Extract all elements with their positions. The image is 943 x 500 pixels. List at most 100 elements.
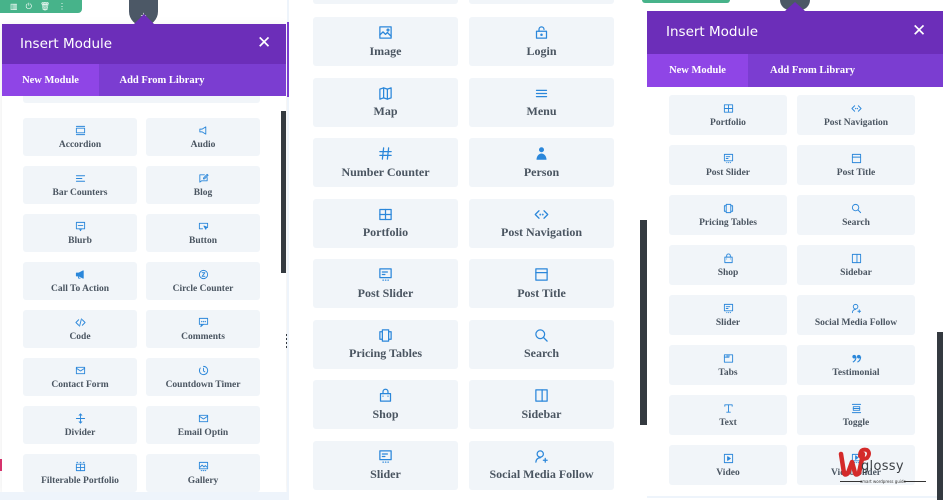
- row-toolbar: ▥ ⏻ 🗑 ⋮: [0, 0, 82, 13]
- trash-icon[interactable]: 🗑: [40, 2, 50, 11]
- blurb-icon: [75, 221, 86, 233]
- bar-counters-icon: [75, 173, 86, 185]
- module-social-media-follow[interactable]: Social Media Follow: [797, 295, 915, 335]
- module-contact-form[interactable]: Contact Form: [23, 358, 137, 396]
- module-person[interactable]: Person: [469, 138, 614, 187]
- module-partial[interactable]: [313, 0, 458, 4]
- module-video[interactable]: Video: [669, 445, 787, 485]
- module-email-optin[interactable]: Email Optin: [146, 406, 260, 444]
- module-button[interactable]: Button: [146, 214, 260, 252]
- module-menu[interactable]: Menu: [469, 77, 614, 127]
- module-post-slider[interactable]: Post Slider: [313, 259, 458, 308]
- slider-icon: [378, 448, 393, 464]
- contact-form-icon: [75, 365, 86, 377]
- module-blog[interactable]: Blog: [146, 166, 260, 204]
- module-pricing-tables[interactable]: Pricing Tables: [669, 195, 787, 235]
- module-sidebar[interactable]: Sidebar: [469, 380, 614, 429]
- module-login[interactable]: Login: [469, 17, 614, 66]
- post-title-icon: [534, 267, 549, 283]
- module-bar-counters[interactable]: Bar Counters: [23, 166, 137, 204]
- module-portfolio[interactable]: Portfolio: [669, 95, 787, 135]
- module-post-navigation[interactable]: Post Navigation: [797, 95, 915, 135]
- columns-icon[interactable]: ▥: [10, 2, 18, 11]
- scrollbar[interactable]: [937, 332, 943, 500]
- module-pricing-tables[interactable]: Pricing Tables: [313, 319, 458, 369]
- module-slider[interactable]: Slider: [669, 295, 787, 335]
- module-text[interactable]: Text: [669, 395, 787, 435]
- module-circle-counter[interactable]: Circle Counter: [146, 262, 260, 300]
- map-icon: [378, 85, 393, 101]
- module-code[interactable]: Code: [23, 310, 137, 348]
- modal-title: Insert Module: [20, 36, 113, 52]
- menu-icon: [534, 85, 549, 101]
- tab-add-from-library[interactable]: Add From Library: [748, 54, 877, 87]
- text-icon: [723, 403, 734, 415]
- module-video-slider[interactable]: Video Slider: [797, 445, 915, 485]
- module-search[interactable]: Search: [469, 319, 614, 369]
- module-shop[interactable]: Shop: [313, 380, 458, 429]
- module-testimonial[interactable]: Testimonial: [797, 345, 915, 385]
- module-image[interactable]: Image: [313, 17, 458, 66]
- module-post-title[interactable]: Post Title: [797, 145, 915, 185]
- module-divider[interactable]: Divider: [23, 406, 137, 444]
- module-call-to-action[interactable]: Call To Action: [23, 262, 137, 300]
- close-icon[interactable]: ✕: [257, 33, 271, 53]
- module-toggle[interactable]: Toggle: [797, 395, 915, 435]
- module-shop[interactable]: Shop: [669, 245, 787, 285]
- module-accordion[interactable]: Accordion: [23, 118, 137, 156]
- close-icon[interactable]: ✕: [912, 21, 926, 41]
- post-navigation-icon: [534, 206, 549, 222]
- modal-header: Insert Module ✕: [2, 24, 286, 64]
- module-label: Post Navigation: [823, 117, 889, 128]
- social-media-follow-icon: [851, 303, 862, 315]
- module-gallery[interactable]: Gallery: [146, 454, 260, 492]
- scrollbar[interactable]: [281, 111, 286, 273]
- module-label: Testimonial: [832, 367, 880, 378]
- pricing-tables-icon: [723, 203, 734, 215]
- module-search[interactable]: Search: [797, 195, 915, 235]
- power-icon[interactable]: ⏻: [26, 2, 32, 12]
- module-social-media-follow[interactable]: Social Media Follow: [469, 440, 614, 490]
- module-comments[interactable]: Comments: [146, 310, 260, 348]
- module-label: Blog: [193, 187, 213, 198]
- scrollbar[interactable]: [640, 220, 647, 425]
- module-label: Social Media Follow: [489, 467, 594, 481]
- module-label: Shop: [372, 406, 399, 421]
- toggle-icon: [851, 403, 862, 415]
- portfolio-icon: [723, 103, 734, 115]
- popover-caret: [785, 2, 805, 11]
- slider-icon: [723, 303, 734, 315]
- video-slider-icon: [851, 453, 862, 465]
- module-map[interactable]: Map: [313, 77, 458, 127]
- module-label: Shop: [717, 267, 739, 278]
- module-countdown-timer[interactable]: Countdown Timer: [146, 358, 260, 396]
- module-label: Image: [369, 43, 402, 58]
- tab-new-module[interactable]: New Module: [2, 64, 99, 96]
- tab-new-module[interactable]: New Module: [647, 54, 748, 87]
- module-tabs[interactable]: Tabs: [669, 345, 787, 385]
- module-filterable-portfolio[interactable]: Filterable Portfolio: [23, 454, 137, 492]
- module-label: Video: [716, 467, 740, 478]
- module-list-middle: Image Login Map Menu Number Counter Person Por…: [287, 0, 640, 500]
- module-blurb[interactable]: Blurb: [23, 214, 137, 252]
- module-post-navigation[interactable]: Post Navigation: [469, 198, 614, 248]
- module-number-counter[interactable]: Number Counter: [313, 138, 458, 187]
- module-audio[interactable]: Audio: [146, 118, 260, 156]
- module-label: Code: [69, 331, 91, 342]
- more-icon[interactable]: ⋮: [58, 2, 66, 11]
- module-post-title[interactable]: Post Title: [469, 259, 614, 308]
- module-post-slider[interactable]: Post Slider: [669, 145, 787, 185]
- search-input[interactable]: [23, 96, 260, 103]
- insert-module-panel-right: Insert Module ✕ New Module Add From Libr…: [640, 0, 943, 500]
- shop-icon: [378, 388, 393, 404]
- module-slider[interactable]: Slider: [313, 440, 458, 490]
- module-sidebar[interactable]: Sidebar: [797, 245, 915, 285]
- module-label: Contact Form: [51, 379, 109, 390]
- tab-add-from-library[interactable]: Add From Library: [99, 64, 225, 96]
- module-label: Person: [523, 164, 560, 179]
- module-label: Tabs: [718, 367, 738, 378]
- row-toolbar: [642, 0, 730, 3]
- module-partial[interactable]: [469, 0, 614, 4]
- module-label: Post Navigation: [501, 225, 582, 239]
- module-portfolio[interactable]: Portfolio: [313, 198, 458, 248]
